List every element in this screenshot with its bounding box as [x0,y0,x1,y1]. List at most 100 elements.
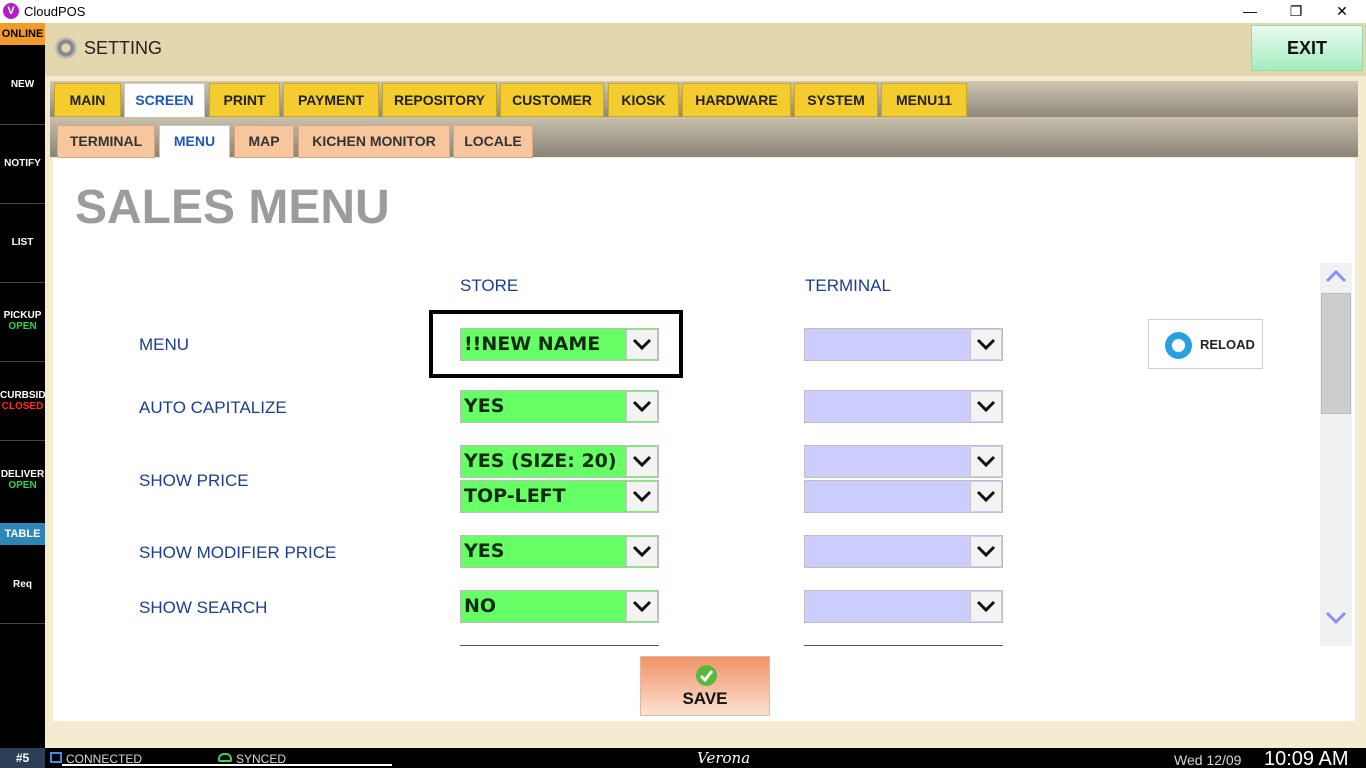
store-show-modifier-price-select[interactable]: YES [460,535,659,568]
chevron-down-icon[interactable] [626,447,657,476]
sidebar-item-notify[interactable]: NOTIFY [0,125,45,204]
sidebar-item-curbside[interactable]: CURBSID CLOSED [0,362,45,441]
terminal-show-search-select[interactable] [804,590,1003,623]
checkmark-icon [696,665,717,686]
sidebar-item-list[interactable]: LIST [0,204,45,283]
status-bar: #5 CONNECTED SYNCED Verona Wed 12/09 10:… [0,748,1366,770]
terminal-number: #5 [0,748,45,768]
chevron-down-icon[interactable] [970,537,1001,566]
divider [804,645,1003,646]
show-search-label: SHOW SEARCH [139,598,268,617]
chevron-down-icon[interactable] [626,592,657,621]
sidebar-item-pickup[interactable]: PICKUP OPEN [0,283,45,362]
select-value: YES [464,540,505,562]
page-header: SETTING EXIT [45,23,1366,76]
chevron-down-icon[interactable] [970,330,1001,359]
chevron-down-icon[interactable] [970,482,1001,511]
subtab-map[interactable]: MAP [234,125,294,158]
show-modifier-price-label: SHOW MODIFIER PRICE [139,543,337,562]
sidebar-item-label: PICKUP [3,310,42,321]
auto-capitalize-label: AUTO CAPITALIZE [139,398,287,417]
chevron-down-icon[interactable] [970,392,1001,421]
tab-screen[interactable]: SCREEN [124,83,205,119]
chevron-down-icon[interactable] [970,447,1001,476]
select-value: YES (SIZE: 20) [464,450,617,472]
cloud-icon [218,753,232,762]
subtab-locale[interactable]: LOCALE [453,125,533,158]
chevron-down-icon[interactable] [1325,611,1347,630]
tab-hardware[interactable]: HARDWARE [682,83,791,117]
app-logo-icon: V [3,3,19,19]
store-auto-capitalize-select[interactable]: YES [460,390,659,423]
show-price-label: SHOW PRICE [139,471,249,490]
online-status-badge: ONLINE [0,23,45,45]
curbside-status: CLOSED [1,401,44,412]
store-column-header: STORE [460,276,519,295]
terminal-show-modifier-price-select[interactable] [804,535,1003,568]
chevron-down-icon[interactable] [626,482,657,511]
page-title: SETTING [84,38,163,58]
window-title: CloudPOS [24,4,86,19]
menu-label: MENU [139,335,190,354]
sidebar-item-label: NEW [10,79,35,90]
reload-label: RELOAD [1200,337,1255,352]
terminal-column-header: TERMINAL [805,276,891,295]
chevron-up-icon[interactable] [1325,269,1347,288]
subtab-terminal[interactable]: TERMINAL [57,125,155,158]
close-window-button[interactable]: ✕ [1319,0,1365,23]
venue-name: Verona [697,749,751,767]
scrollbar-thumb[interactable] [1321,293,1351,414]
divider [460,645,659,646]
restore-button[interactable]: ❐ [1273,0,1319,23]
reload-button[interactable]: RELOAD [1148,319,1263,369]
tab-repository[interactable]: REPOSITORY [382,83,497,117]
tab-menu11[interactable]: MENU11 [881,83,967,117]
chevron-down-icon[interactable] [626,392,657,421]
terminal-auto-capitalize-select[interactable] [804,390,1003,423]
window-titlebar: V CloudPOS — ❐ ✕ [0,0,1366,23]
tab-system[interactable]: SYSTEM [794,83,878,117]
subtab-kitchen-monitor[interactable]: KICHEN MONITOR [298,125,450,158]
vertical-scrollbar[interactable] [1320,263,1352,646]
select-value: YES [464,395,505,417]
store-show-search-select[interactable]: NO [460,590,659,623]
sidebar-item-new[interactable]: NEW [0,46,45,125]
save-label: SAVE [682,689,728,708]
tab-customer[interactable]: CUSTOMER [500,83,604,117]
settings-content [53,158,1355,721]
gear-icon [55,37,77,59]
monitor-icon [50,752,62,763]
sidebar-item-label: Req [13,579,32,590]
sidebar-item-req[interactable]: Req [0,545,45,624]
terminal-show-price-select[interactable] [804,445,1003,478]
sales-menu-heading: SALES MENU [75,181,390,234]
chevron-down-icon[interactable] [970,592,1001,621]
tab-kiosk[interactable]: KIOSK [608,83,679,117]
status-date: Wed 12/09 [1174,752,1242,768]
save-button[interactable]: SAVE [640,656,770,716]
connection-indicator-line [62,764,392,766]
sidebar-item-label: DELIVER [0,469,45,480]
pickup-status: OPEN [8,321,37,332]
refresh-icon [1165,332,1192,359]
exit-button[interactable]: EXIT [1251,25,1363,71]
chevron-down-icon[interactable] [626,537,657,566]
store-price-position-select[interactable]: TOP-LEFT [460,480,659,513]
left-sidebar: ONLINE NEW NOTIFY LIST PICKUP OPEN CURBS… [0,23,45,748]
tab-main[interactable]: MAIN [54,83,121,117]
focus-highlight-box [429,310,683,378]
sidebar-item-label: LIST [11,237,34,248]
sidebar-item-table[interactable]: TABLE [0,523,45,545]
sidebar-item-delivery[interactable]: DELIVER OPEN [0,441,45,501]
tab-print[interactable]: PRINT [209,83,280,117]
sidebar-item-label: CURBSID [0,390,45,401]
select-value: TOP-LEFT [464,485,566,507]
subtab-menu[interactable]: MENU [159,125,230,159]
tab-payment[interactable]: PAYMENT [283,83,379,117]
terminal-menu-select[interactable] [804,328,1003,361]
select-value: NO [464,595,497,617]
minimize-button[interactable]: — [1227,0,1273,23]
terminal-price-position-select[interactable] [804,480,1003,513]
store-show-price-select[interactable]: YES (SIZE: 20) [460,445,659,478]
delivery-status: OPEN [8,480,37,491]
